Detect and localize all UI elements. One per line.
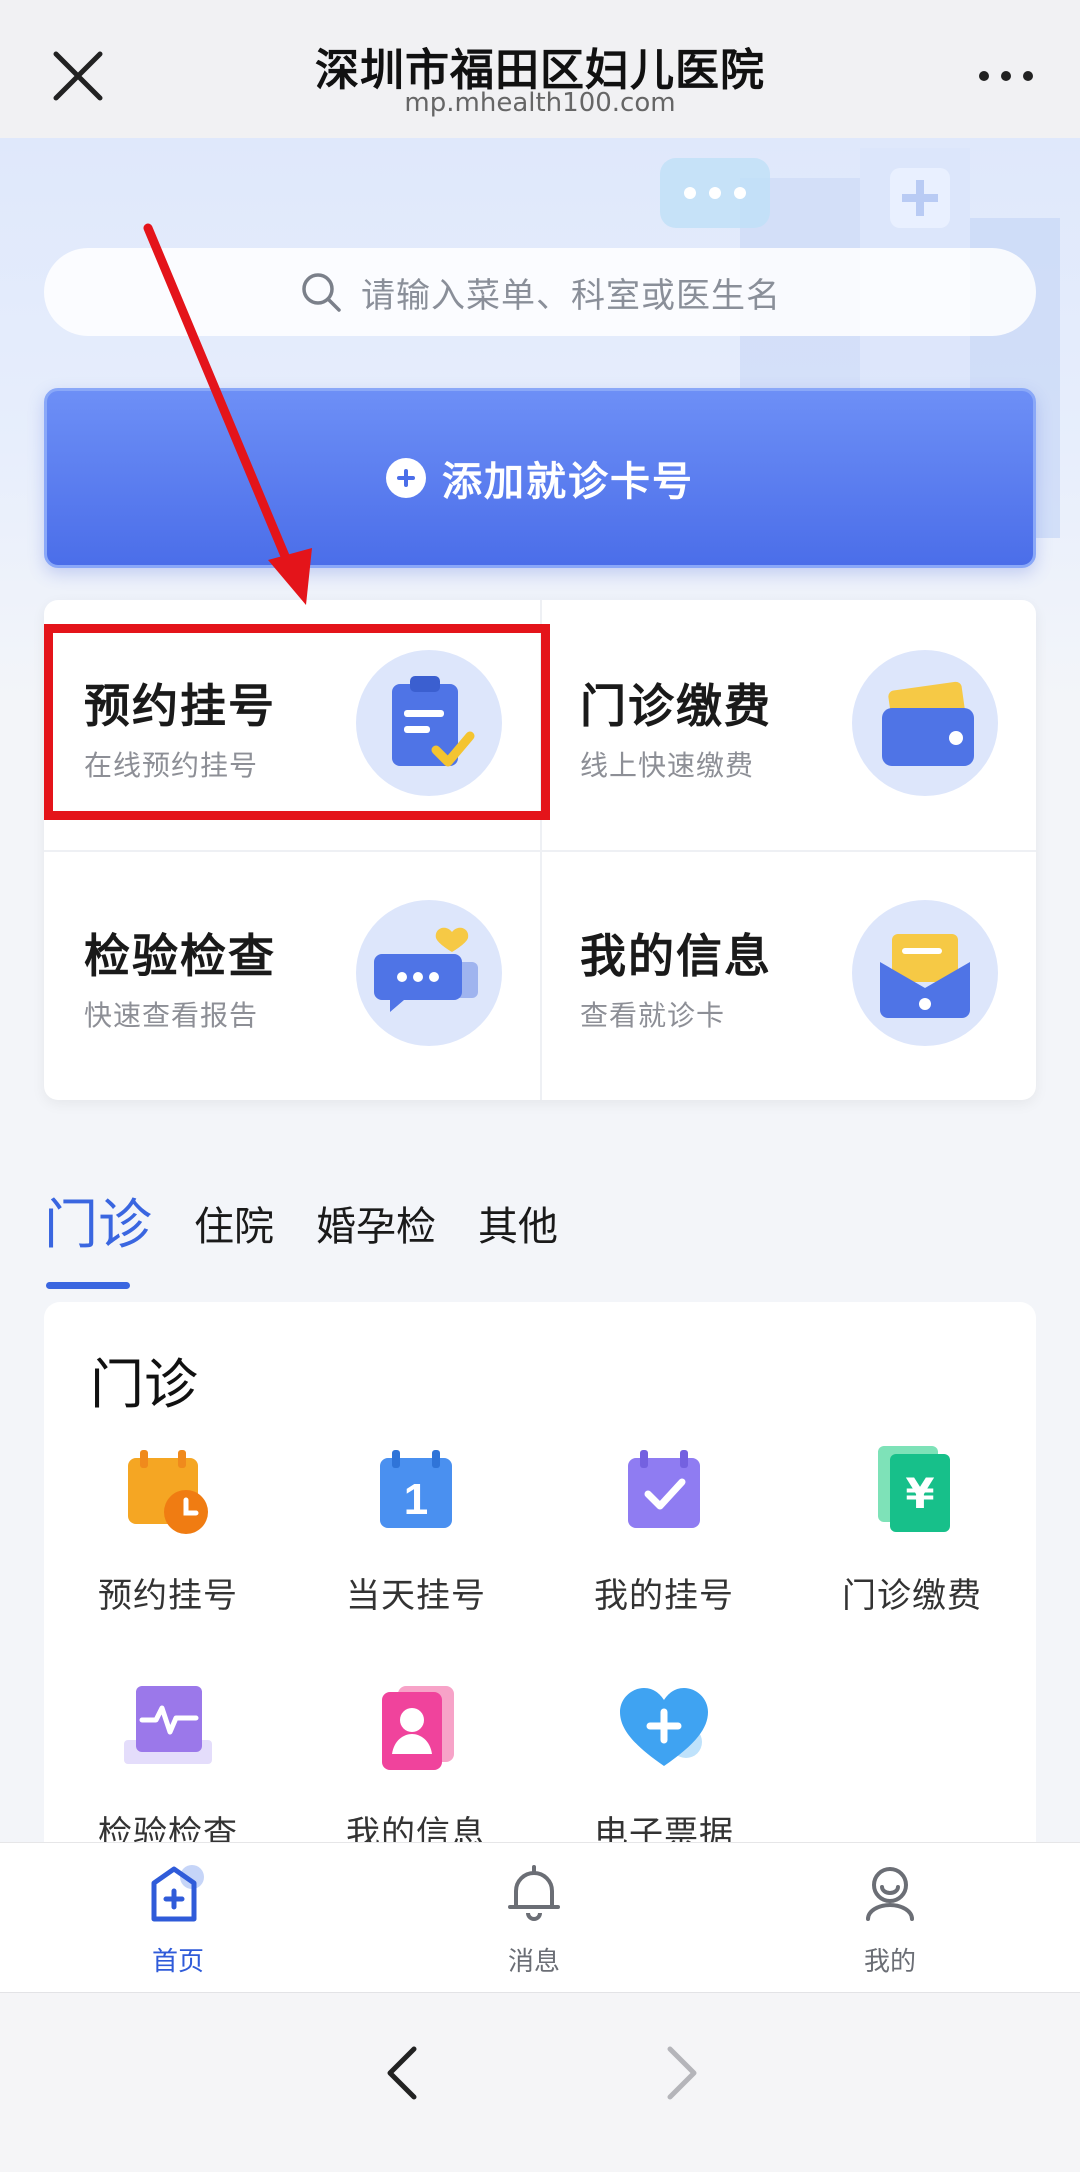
nav-messages[interactable]: 消息 [434,1861,634,1978]
home-hospital-icon [151,1865,204,1922]
calendar-check-icon [628,1450,700,1528]
service-my-appointments[interactable]: 我的挂号 [540,1442,788,1617]
heart-plus-icon [620,1688,708,1766]
user-icon [866,1867,914,1921]
annotation-highlight-box [44,624,550,820]
pulse-monitor-icon [124,1686,212,1764]
tab-other[interactable]: 其他 [478,1180,558,1252]
quick-action-title: 门诊缴费 [580,679,772,733]
envelope-card-icon [852,900,998,1046]
search-placeholder: 请输入菜单、科室或医生名 [361,275,781,316]
chat-report-icon [356,900,502,1046]
plus-icon [386,458,426,498]
nav-home[interactable]: 首页 [78,1861,278,1978]
service-same-day[interactable]: 1 当天挂号 [292,1442,540,1617]
service-lab-check[interactable]: 检验检查 [44,1680,292,1855]
page-domain: mp.mhealth100.com [404,88,676,118]
service-label: 预约挂号 [98,1576,238,1616]
yuan-payment-icon: ¥ [878,1446,950,1532]
service-my-info[interactable]: 我的信息 [292,1680,540,1855]
wallet-icon [852,650,998,796]
quick-action-my-info[interactable]: 我的信息 查看就诊卡 [540,850,1036,1100]
add-card-button[interactable]: 添加就诊卡号 [44,388,1036,568]
service-label: 我的挂号 [594,1576,734,1616]
add-card-label: 添加就诊卡号 [442,459,694,505]
search-icon [302,273,341,312]
tab-inpatient[interactable]: 住院 [194,1180,274,1252]
bell-icon [508,1865,560,1921]
browser-toolbar [0,1992,1080,2172]
quick-action-lab-report[interactable]: 检验检查 快速查看报告 [44,850,540,1100]
tab-outpatient[interactable]: 门诊 [44,1180,152,1289]
more-icon[interactable] [976,66,1036,86]
outpatient-services-panel: 门诊 预约挂号 1 当天挂号 我的挂号 ¥ 门诊缴费 检验检查 我的信息 电子票… [44,1302,1036,1862]
calendar-clock-icon [128,1450,208,1534]
service-appointment[interactable]: 预约挂号 [44,1442,292,1617]
quick-action-subtitle: 查看就诊卡 [580,999,726,1032]
quick-action-subtitle: 线上快速缴费 [580,749,755,782]
svg-text:¥: ¥ [905,1469,934,1518]
back-icon[interactable] [378,2043,428,2103]
bottom-navigation: 首页 消息 我的 [0,1842,1080,1992]
service-label: 当天挂号 [346,1576,486,1616]
svg-text:1: 1 [404,1475,428,1524]
nav-label: 消息 [507,1947,560,1977]
search-bar[interactable]: 请输入菜单、科室或医生名 [44,248,1036,336]
quick-action-payment[interactable]: 门诊缴费 线上快速缴费 [540,600,1036,850]
service-e-receipt[interactable]: 电子票据 [540,1680,788,1855]
category-tabs: 门诊 住院 婚孕检 其他 [44,1180,600,1289]
id-card-icon [382,1686,454,1770]
nav-label: 我的 [863,1947,916,1977]
calendar-day-icon: 1 [380,1450,452,1528]
nav-label: 首页 [151,1947,204,1977]
service-label: 门诊缴费 [842,1576,982,1616]
title-bar: 深圳市福田区妇儿医院 mp.mhealth100.com [0,0,1080,138]
nav-profile[interactable]: 我的 [790,1861,990,1978]
service-payment[interactable]: ¥ 门诊缴费 [788,1442,1036,1617]
panel-title: 门诊 [90,1353,198,1416]
quick-action-title: 我的信息 [580,929,772,983]
quick-action-subtitle: 快速查看报告 [84,999,259,1032]
tab-marriage-pregnancy-check[interactable]: 婚孕检 [316,1180,436,1252]
forward-icon[interactable] [656,2043,706,2103]
quick-action-title: 检验检查 [84,929,276,983]
